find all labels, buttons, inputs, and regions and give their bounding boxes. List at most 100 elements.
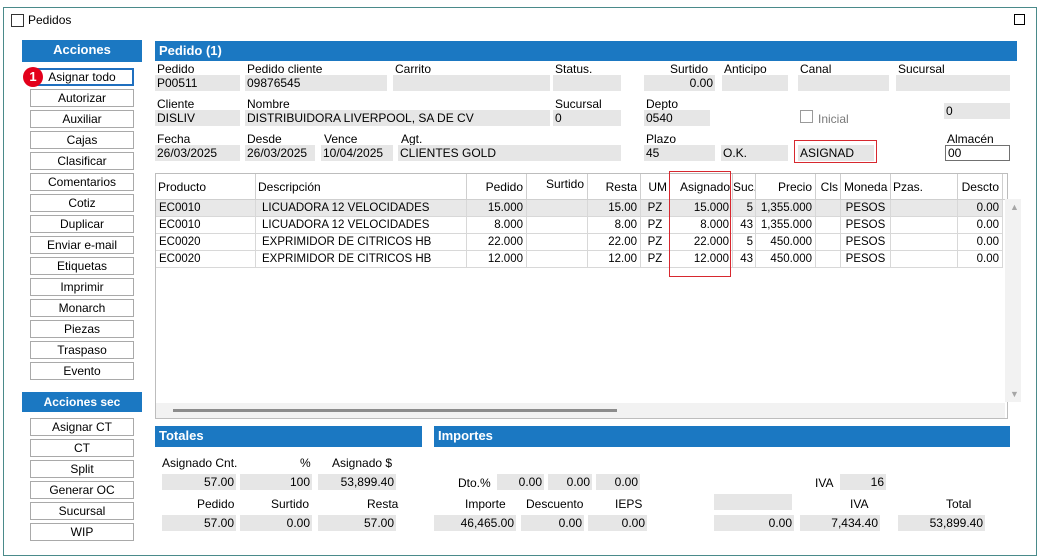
scroll-up-icon[interactable]: ▲ <box>1010 202 1019 212</box>
sucursal-field[interactable] <box>896 75 1010 91</box>
row-4-suc[interactable]: 43 <box>733 251 756 268</box>
right-zero-field[interactable]: 0 <box>944 103 1010 119</box>
row-3-suc[interactable]: 5 <box>733 234 756 251</box>
row-2-cls[interactable] <box>816 217 841 234</box>
col-p[interactable]: P <box>1003 174 1007 200</box>
col-suc[interactable]: Suc. <box>733 174 756 200</box>
surtido-field[interactable]: 0.00 <box>644 75 715 91</box>
col-pedido[interactable]: Pedido <box>467 174 527 200</box>
accion-button-3[interactable]: Auxiliar <box>30 110 134 128</box>
iva-field[interactable]: 7,434.40 <box>800 515 880 531</box>
accion-sec-button-3[interactable]: Split <box>30 460 134 478</box>
row-3-resta[interactable]: 22.00 <box>588 234 641 251</box>
canal-field[interactable] <box>798 75 889 91</box>
sucursal2-field[interactable]: 0 <box>553 110 621 126</box>
row-2-descto[interactable]: 0.00 <box>958 217 1003 234</box>
row-2-um[interactable]: PZ <box>641 217 670 234</box>
accion-button-15[interactable]: Evento <box>30 362 134 380</box>
accion-sec-button-2[interactable]: CT <box>30 439 134 457</box>
row-3-precio[interactable]: 450.000 <box>756 234 816 251</box>
col-pzas[interactable]: Pzas. <box>891 174 958 200</box>
col-producto[interactable]: Producto <box>156 174 256 200</box>
importe-field[interactable]: 46,465.00 <box>434 515 516 531</box>
accion-button-10[interactable]: Etiquetas <box>30 257 134 275</box>
nombre-field[interactable]: DISTRIBUIDORA LIVERPOOL, SA DE CV <box>245 110 550 126</box>
iva-rate-field[interactable]: 16 <box>840 474 886 490</box>
accion-button-8[interactable]: Duplicar <box>30 215 134 233</box>
accion-sec-button-1[interactable]: Asignar CT <box>30 418 134 436</box>
accion-button-11[interactable]: Imprimir <box>30 278 134 296</box>
row-1-resta[interactable]: 15.00 <box>588 200 641 217</box>
accion-sec-button-4[interactable]: Generar OC <box>30 481 134 499</box>
maximize-icon[interactable] <box>1014 14 1025 25</box>
accion-button-14[interactable]: Traspaso <box>30 341 134 359</box>
row-2-surtido[interactable] <box>527 217 588 234</box>
row-3-pzas[interactable] <box>891 234 958 251</box>
scroll-down-icon[interactable]: ▼ <box>1010 389 1019 399</box>
status-field[interactable] <box>553 75 621 91</box>
row-3-moneda[interactable]: PESOS <box>841 234 891 251</box>
blank-field-top[interactable] <box>714 494 792 510</box>
row-4-resta[interactable]: 12.00 <box>588 251 641 268</box>
col-descto[interactable]: Descto <box>958 174 1003 200</box>
plazo-field[interactable]: 45 <box>644 145 715 161</box>
accion-button-6[interactable]: Comentarios <box>30 173 134 191</box>
vence-field[interactable]: 10/04/2025 <box>321 145 393 161</box>
row-1-moneda[interactable]: PESOS <box>841 200 891 217</box>
row-3-um[interactable]: PZ <box>641 234 670 251</box>
row-3-surtido[interactable] <box>527 234 588 251</box>
row-1-precio[interactable]: 1,355.000 <box>756 200 816 217</box>
row-4-surtido[interactable] <box>527 251 588 268</box>
accion-button-12[interactable]: Monarch <box>30 299 134 317</box>
asignado-cnt-field[interactable]: 57.00 <box>162 474 236 490</box>
row-4-um[interactable]: PZ <box>641 251 670 268</box>
pedido-cliente-field[interactable]: 09876545 <box>245 75 387 91</box>
row-2-precio[interactable]: 1,355.000 <box>756 217 816 234</box>
vertical-scrollbar[interactable] <box>1005 199 1021 402</box>
ok-field[interactable]: O.K. <box>721 145 788 161</box>
totales-resta-field[interactable]: 57.00 <box>318 515 396 531</box>
row-2-moneda[interactable]: PESOS <box>841 217 891 234</box>
anticipo-field[interactable] <box>722 75 788 91</box>
row-4-cls[interactable] <box>816 251 841 268</box>
col-precio[interactable]: Precio <box>756 174 816 200</box>
accion-button-1[interactable]: Asignar todo <box>30 68 134 86</box>
blank-amount-field[interactable]: 0.00 <box>714 515 794 531</box>
fecha-field[interactable]: 26/03/2025 <box>155 145 240 161</box>
row-1-cls[interactable] <box>816 200 841 217</box>
row-3-producto[interactable]: EC0020 <box>156 234 256 251</box>
row-3-descto[interactable]: 0.00 <box>958 234 1003 251</box>
row-4-descto[interactable]: 0.00 <box>958 251 1003 268</box>
accion-sec-button-6[interactable]: WIP <box>30 523 134 541</box>
row-2-resta[interactable]: 8.00 <box>588 217 641 234</box>
row-2-producto[interactable]: EC0010 <box>156 217 256 234</box>
accion-button-13[interactable]: Piezas <box>30 320 134 338</box>
row-4-precio[interactable]: 450.000 <box>756 251 816 268</box>
accion-button-9[interactable]: Enviar e-mail <box>30 236 134 254</box>
row-1-pzas[interactable] <box>891 200 958 217</box>
col-moneda[interactable]: Moneda <box>841 174 891 200</box>
dto2-field[interactable]: 0.00 <box>548 474 592 490</box>
accion-button-5[interactable]: Clasificar <box>30 152 134 170</box>
col-cls[interactable]: Cls <box>816 174 841 200</box>
row-4-descripcion[interactable]: EXPRIMIDOR DE CITRICOS HB <box>256 251 467 268</box>
row-2-pedido[interactable]: 8.000 <box>467 217 527 234</box>
row-1-suc[interactable]: 5 <box>733 200 756 217</box>
col-surtido[interactable]: Surtido <box>527 174 588 200</box>
row-2-descripcion[interactable]: LICUADORA 12 VELOCIDADES <box>256 217 467 234</box>
asignado-money-field[interactable]: 53,899.40 <box>318 474 396 490</box>
inicial-checkbox[interactable] <box>800 110 813 123</box>
row-2-pzas[interactable] <box>891 217 958 234</box>
col-um[interactable]: UM <box>641 174 670 200</box>
horizontal-scroll-thumb[interactable] <box>173 409 617 412</box>
row-4-moneda[interactable]: PESOS <box>841 251 891 268</box>
almacen-field[interactable]: 00 <box>945 145 1010 161</box>
pedido-field[interactable]: P00511 <box>155 75 240 91</box>
row-3-pedido[interactable]: 22.000 <box>467 234 527 251</box>
agt-field[interactable]: CLIENTES GOLD <box>398 145 621 161</box>
col-resta[interactable]: Resta <box>588 174 641 200</box>
row-1-um[interactable]: PZ <box>641 200 670 217</box>
pct-field[interactable]: 100 <box>240 474 312 490</box>
carrito-field[interactable] <box>393 75 550 91</box>
accion-button-7[interactable]: Cotiz <box>30 194 134 212</box>
